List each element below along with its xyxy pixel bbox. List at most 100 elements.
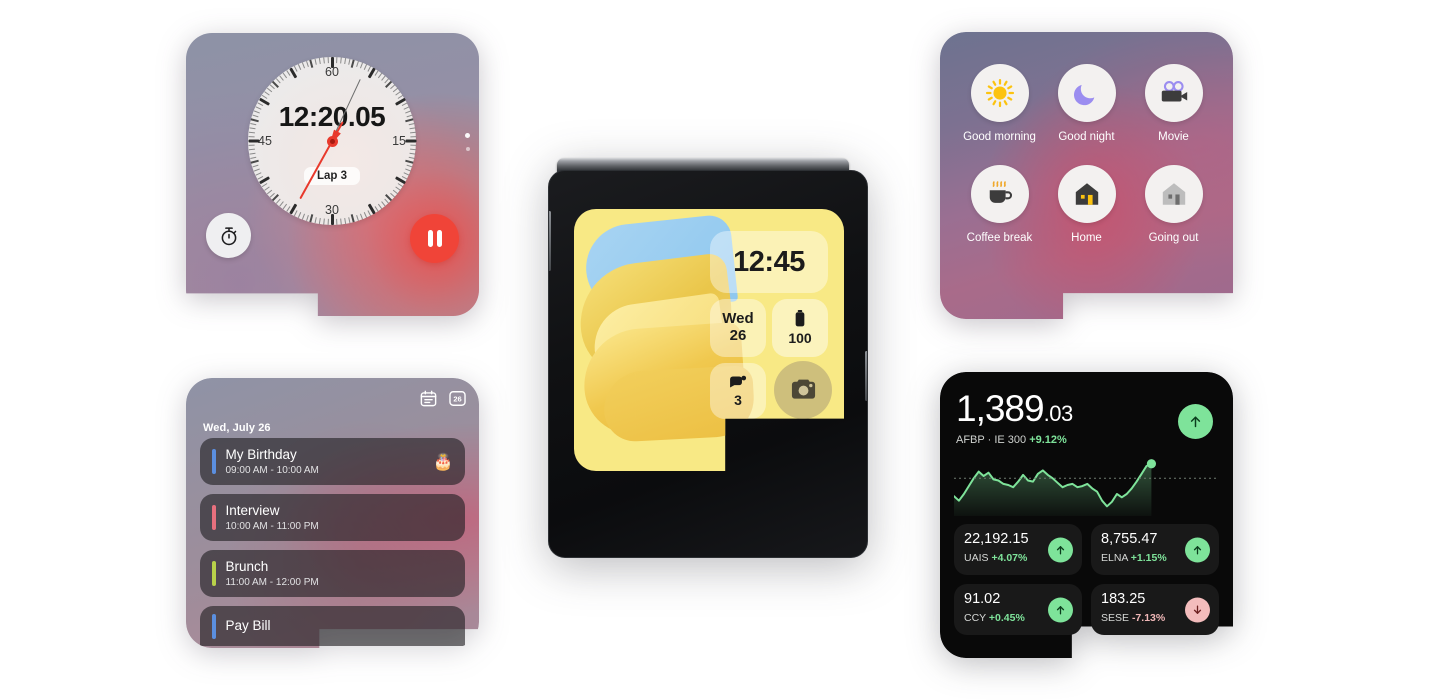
stopwatch-dial: 60 15 30 45 12:20.05 Lap 3	[248, 57, 416, 225]
pause-icon	[427, 230, 442, 247]
event-text: My Birthday 09:00 AM - 10:00 AM	[226, 447, 428, 476]
routine-item[interactable]: Going out	[1130, 165, 1217, 244]
stock-tile-grid: 22,192.15 UAIS +4.07% 8,755.47 ELNA +1.15% 9…	[954, 524, 1219, 635]
dial-tick	[343, 57, 346, 65]
cover-battery-widget[interactable]: 100	[772, 299, 828, 357]
index-trend-up-icon	[1178, 404, 1213, 439]
dial-tick	[249, 156, 256, 159]
routine-icon-circle[interactable]	[970, 165, 1029, 223]
dial-tick	[278, 75, 284, 81]
index-symbol: AFBP	[956, 434, 985, 446]
stock-tile[interactable]: 22,192.15 UAIS +4.07%	[954, 524, 1082, 575]
dial-tick	[253, 168, 260, 172]
cover-notification-widget[interactable]: 3	[710, 363, 766, 419]
index-market: IE 300	[994, 434, 1027, 446]
dial-tick	[278, 201, 284, 207]
dial-tick	[261, 183, 267, 188]
index-summary: 1,389.03 AFBP · IE 300 +9.12%	[956, 390, 1073, 446]
event-color-bar	[212, 505, 216, 530]
phone-side-button[interactable]	[549, 211, 551, 271]
dial-tick	[318, 57, 321, 65]
event-text: Pay Bill	[226, 618, 454, 634]
dial-tick	[392, 189, 398, 195]
dial-tick	[347, 58, 350, 65]
index-sparkline-chart	[954, 454, 1219, 516]
calendar-date-badge-icon[interactable]: 26	[448, 389, 467, 408]
dial-tick	[380, 201, 386, 207]
calendar-event-row[interactable]: My Birthday 09:00 AM - 10:00 AM 🎂	[200, 438, 465, 485]
calendar-event-row[interactable]: Brunch 11:00 AM - 12:00 PM	[200, 550, 465, 597]
dial-tick	[309, 214, 314, 223]
routine-grid: Good morning Good night Movie Coffee break H…	[956, 64, 1217, 244]
routine-item[interactable]: Good night	[1043, 64, 1130, 143]
dial-tick	[355, 215, 359, 222]
event-emoji: 🎂	[433, 453, 453, 471]
dial-tick	[389, 84, 395, 90]
routine-item[interactable]: Good morning	[956, 64, 1043, 143]
phone-cover-screen[interactable]: 12:45 Wed 26 100 3	[574, 209, 844, 471]
dial-tick	[339, 57, 342, 64]
dial-number-45: 45	[258, 134, 272, 148]
pause-button[interactable]	[410, 214, 459, 263]
dial-tick	[282, 203, 287, 210]
dial-tick	[394, 91, 401, 96]
dial-tick	[377, 72, 382, 79]
phone-volume-button[interactable]	[865, 351, 867, 401]
dial-tick	[335, 57, 337, 64]
lap-button[interactable]	[206, 213, 251, 258]
calendar-widget[interactable]: 26 Wed, July 26 My Birthday 09:00 AM - 10…	[186, 378, 479, 648]
dial-hub	[326, 135, 338, 147]
routine-item[interactable]: Home	[1043, 165, 1130, 244]
dial-tick	[392, 87, 398, 93]
cover-date-widget[interactable]: Wed 26	[710, 299, 766, 357]
routines-widget[interactable]: Good morning Good night Movie Coffee break H…	[940, 32, 1233, 319]
battery-full-icon	[794, 310, 806, 327]
dial-tick	[314, 58, 317, 65]
movie-camera-icon	[1158, 80, 1190, 106]
calendar-list-icon[interactable]	[419, 389, 438, 408]
routine-label: Good night	[1058, 131, 1115, 143]
stock-tile[interactable]: 8,755.47 ELNA +1.15%	[1091, 524, 1219, 575]
calendar-header-icons: 26	[419, 389, 467, 408]
dial-tick	[374, 70, 379, 76]
dial-tick	[248, 152, 256, 155]
routine-icon-circle[interactable]	[970, 64, 1029, 122]
dial-tick	[297, 64, 301, 70]
cover-camera-shortcut[interactable]	[774, 361, 832, 419]
calendar-event-row[interactable]: Pay Bill	[200, 606, 465, 646]
routine-item[interactable]: Coffee break	[956, 165, 1043, 244]
stocks-widget[interactable]: 1,389.03 AFBP · IE 300 +9.12% 22,192.15 …	[940, 372, 1233, 658]
routine-icon-circle[interactable]	[1057, 64, 1116, 122]
cover-battery-value: 100	[788, 330, 812, 346]
routine-label: Going out	[1148, 232, 1199, 244]
dial-tick	[293, 210, 298, 217]
dial-tick	[266, 87, 272, 93]
stopwatch-time: 12:20.05	[278, 101, 386, 132]
dial-tick	[408, 152, 416, 155]
dial-tick	[405, 159, 414, 164]
routine-icon-circle[interactable]	[1057, 165, 1116, 223]
dial-tick	[248, 144, 255, 146]
cover-clock-widget[interactable]: 12:45	[710, 231, 828, 293]
event-title: Brunch	[225, 559, 269, 575]
routine-item[interactable]: Movie	[1130, 64, 1217, 143]
dial-tick	[248, 148, 255, 151]
dial-tick	[377, 203, 382, 210]
stock-change: +1.15%	[1130, 551, 1167, 564]
stock-tile[interactable]: 91.02 CCY +0.45%	[954, 584, 1082, 635]
dial-tick	[405, 139, 416, 143]
stopwatch-widget[interactable]: 60 15 30 45 12:20.05 Lap 3	[186, 33, 479, 316]
dial-tick	[305, 60, 309, 67]
calendar-event-row[interactable]: Interview 10:00 AM - 11:00 PM	[200, 494, 465, 541]
dial-tick	[389, 192, 395, 198]
routine-icon-circle[interactable]	[1144, 64, 1203, 122]
dial-tick	[409, 144, 416, 146]
routine-icon-circle[interactable]	[1144, 165, 1203, 223]
calendar-header-date: Wed, July 26	[203, 422, 271, 434]
event-text: Interview 10:00 AM - 11:00 PM	[226, 503, 454, 532]
stock-tile[interactable]: 183.25 SESE -7.13%	[1091, 584, 1219, 635]
dial-tick	[263, 91, 270, 96]
dial-tick	[255, 172, 261, 176]
phone-camera-module	[574, 471, 844, 557]
dial-tick	[305, 215, 309, 222]
